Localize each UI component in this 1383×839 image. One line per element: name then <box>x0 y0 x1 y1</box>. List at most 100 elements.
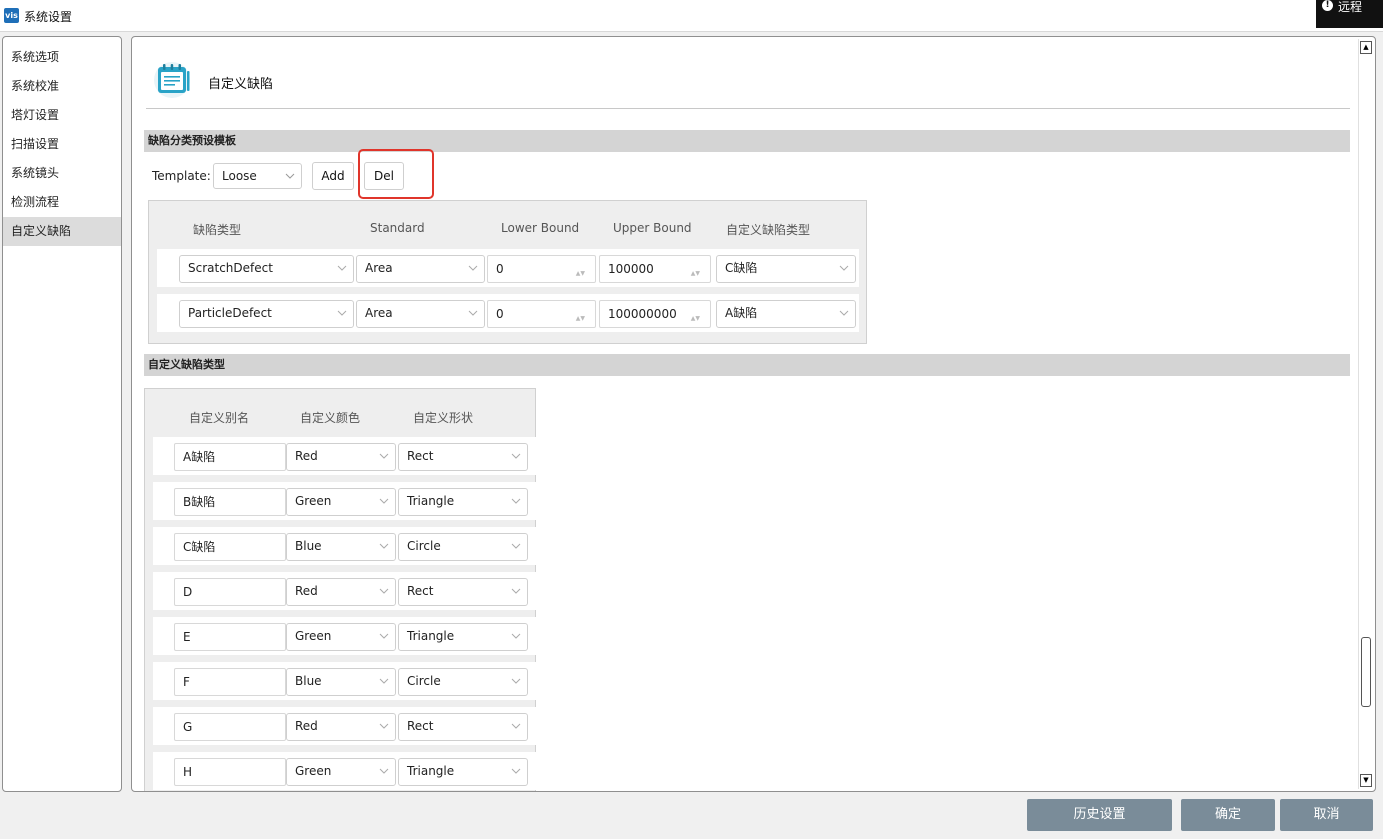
alias-value: B缺陷 <box>183 495 216 509</box>
alias-value: D <box>183 585 193 599</box>
sidebar-item[interactable]: 塔灯设置 <box>3 101 121 130</box>
lower-bound-input[interactable]: 0 ▲▼ <box>487 255 596 283</box>
lower-bound-value: 0 <box>496 307 504 321</box>
upper-bound-input[interactable]: 100000 ▲▼ <box>599 255 711 283</box>
upper-bound-input[interactable]: 100000000 ▲▼ <box>599 300 711 328</box>
chevron-down-icon <box>379 453 389 459</box>
shape-select[interactable]: Circle <box>398 533 528 561</box>
chevron-down-icon <box>468 310 478 316</box>
preset-table: 缺陷类型 Standard Lower Bound Upper Bound 自定… <box>148 200 867 344</box>
info-icon: ! <box>1322 0 1333 11</box>
history-settings-button[interactable]: 历史设置 <box>1027 799 1172 831</box>
custom-section-title: 自定义缺陷类型 <box>144 354 1350 376</box>
shape-select[interactable]: Triangle <box>398 758 528 786</box>
template-label: Template: <box>152 169 211 183</box>
shape-select[interactable]: Triangle <box>398 623 528 651</box>
chevron-down-icon <box>511 723 521 729</box>
alias-input[interactable]: A缺陷 <box>174 443 286 471</box>
alias-value: C缺陷 <box>183 540 216 554</box>
chevron-down-icon <box>511 588 521 594</box>
shape-value: Triangle <box>407 629 455 643</box>
alias-input[interactable]: D <box>174 578 286 606</box>
shape-value: Triangle <box>407 494 455 508</box>
color-select[interactable]: Green <box>286 758 396 786</box>
sidebar-item[interactable]: 系统校准 <box>3 72 121 101</box>
lower-bound-input[interactable]: 0 ▲▼ <box>487 300 596 328</box>
custom-defect-table: 自定义别名 自定义颜色 自定义形状 A缺陷 Red Rect B缺陷 Green Tria… <box>144 388 536 791</box>
color-select[interactable]: Blue <box>286 668 396 696</box>
sidebar-item[interactable]: 扫描设置 <box>3 130 121 159</box>
custom-type-select[interactable]: C缺陷 <box>716 255 856 283</box>
color-value: Green <box>295 494 332 508</box>
shape-select[interactable]: Circle <box>398 668 528 696</box>
cancel-button[interactable]: 取消 <box>1280 799 1373 831</box>
chevron-down-icon <box>379 498 389 504</box>
sidebar-item[interactable]: 自定义缺陷 <box>3 217 121 246</box>
alias-input[interactable]: G <box>174 713 286 741</box>
scroll-up-icon[interactable]: ▲ <box>1360 41 1372 54</box>
custom-type-select[interactable]: A缺陷 <box>716 300 856 328</box>
page-title: 自定义缺陷 <box>208 77 274 92</box>
ok-button[interactable]: 确定 <box>1181 799 1275 831</box>
spinner-icon: ▲▼ <box>575 315 585 322</box>
color-select[interactable]: Red <box>286 578 396 606</box>
standard-select[interactable]: Area <box>356 300 485 328</box>
alias-input[interactable]: H <box>174 758 286 786</box>
spinner-icon: ▲▼ <box>690 315 700 322</box>
page-header: 自定义缺陷 <box>146 53 1350 109</box>
standard-value: Area <box>365 261 393 275</box>
vertical-scrollbar[interactable]: ▲ ▼ <box>1358 39 1373 789</box>
settings-sidebar: 系统选项 系统校准 塔灯设置 扫描设置 系统镜头 检测流程 自定义缺陷 <box>2 36 122 792</box>
sidebar-item[interactable]: 检测流程 <box>3 188 121 217</box>
defect-type-select[interactable]: ParticleDefect <box>179 300 354 328</box>
column-header: 自定义别名 <box>189 411 250 425</box>
sidebar-item[interactable]: 系统镜头 <box>3 159 121 188</box>
custom-type-value: C缺陷 <box>725 261 758 275</box>
column-header: 自定义缺陷类型 <box>726 223 811 237</box>
color-select[interactable]: Blue <box>286 533 396 561</box>
shape-select[interactable]: Rect <box>398 713 528 741</box>
sidebar-item[interactable]: 系统选项 <box>3 43 121 72</box>
shape-select[interactable]: Rect <box>398 578 528 606</box>
color-value: Blue <box>295 539 322 553</box>
chevron-down-icon <box>468 265 478 271</box>
alias-input[interactable]: C缺陷 <box>174 533 286 561</box>
main-panel: 自定义缺陷 缺陷分类预设模板 Template: Loose Add Del 缺… <box>131 36 1376 792</box>
add-template-button[interactable]: Add <box>312 162 354 190</box>
chevron-down-icon <box>839 265 849 271</box>
remote-badge[interactable]: ! 远程 <box>1316 0 1383 28</box>
color-select[interactable]: Green <box>286 623 396 651</box>
chevron-down-icon <box>379 768 389 774</box>
color-select[interactable]: Red <box>286 713 396 741</box>
spinner-icon: ▲▼ <box>690 270 700 277</box>
chevron-down-icon <box>839 310 849 316</box>
column-header: Standard <box>370 221 425 235</box>
standard-value: Area <box>365 306 393 320</box>
chevron-down-icon <box>511 498 521 504</box>
color-value: Red <box>295 584 318 598</box>
scroll-down-icon[interactable]: ▼ <box>1360 774 1372 787</box>
standard-select[interactable]: Area <box>356 255 485 283</box>
color-value: Green <box>295 629 332 643</box>
alias-input[interactable]: B缺陷 <box>174 488 286 516</box>
alias-value: F <box>183 675 190 689</box>
notepad-icon <box>154 62 190 98</box>
template-select[interactable]: Loose <box>213 163 302 189</box>
color-select[interactable]: Green <box>286 488 396 516</box>
shape-select[interactable]: Rect <box>398 443 528 471</box>
alias-value: G <box>183 720 193 734</box>
alias-value: A缺陷 <box>183 450 216 464</box>
alias-input[interactable]: F <box>174 668 286 696</box>
upper-bound-value: 100000 <box>608 262 654 276</box>
chevron-down-icon <box>337 265 347 271</box>
shape-select[interactable]: Triangle <box>398 488 528 516</box>
remote-badge-label: 远程 <box>1338 0 1363 14</box>
color-select[interactable]: Red <box>286 443 396 471</box>
scrollbar-thumb[interactable] <box>1361 637 1371 707</box>
title-bar: vis 系统设置 ! 远程 <box>0 0 1383 32</box>
alias-value: E <box>183 630 191 644</box>
defect-type-value: ScratchDefect <box>188 261 273 275</box>
defect-type-select[interactable]: ScratchDefect <box>179 255 354 283</box>
alias-input[interactable]: E <box>174 623 286 651</box>
custom-type-value: A缺陷 <box>725 306 758 320</box>
